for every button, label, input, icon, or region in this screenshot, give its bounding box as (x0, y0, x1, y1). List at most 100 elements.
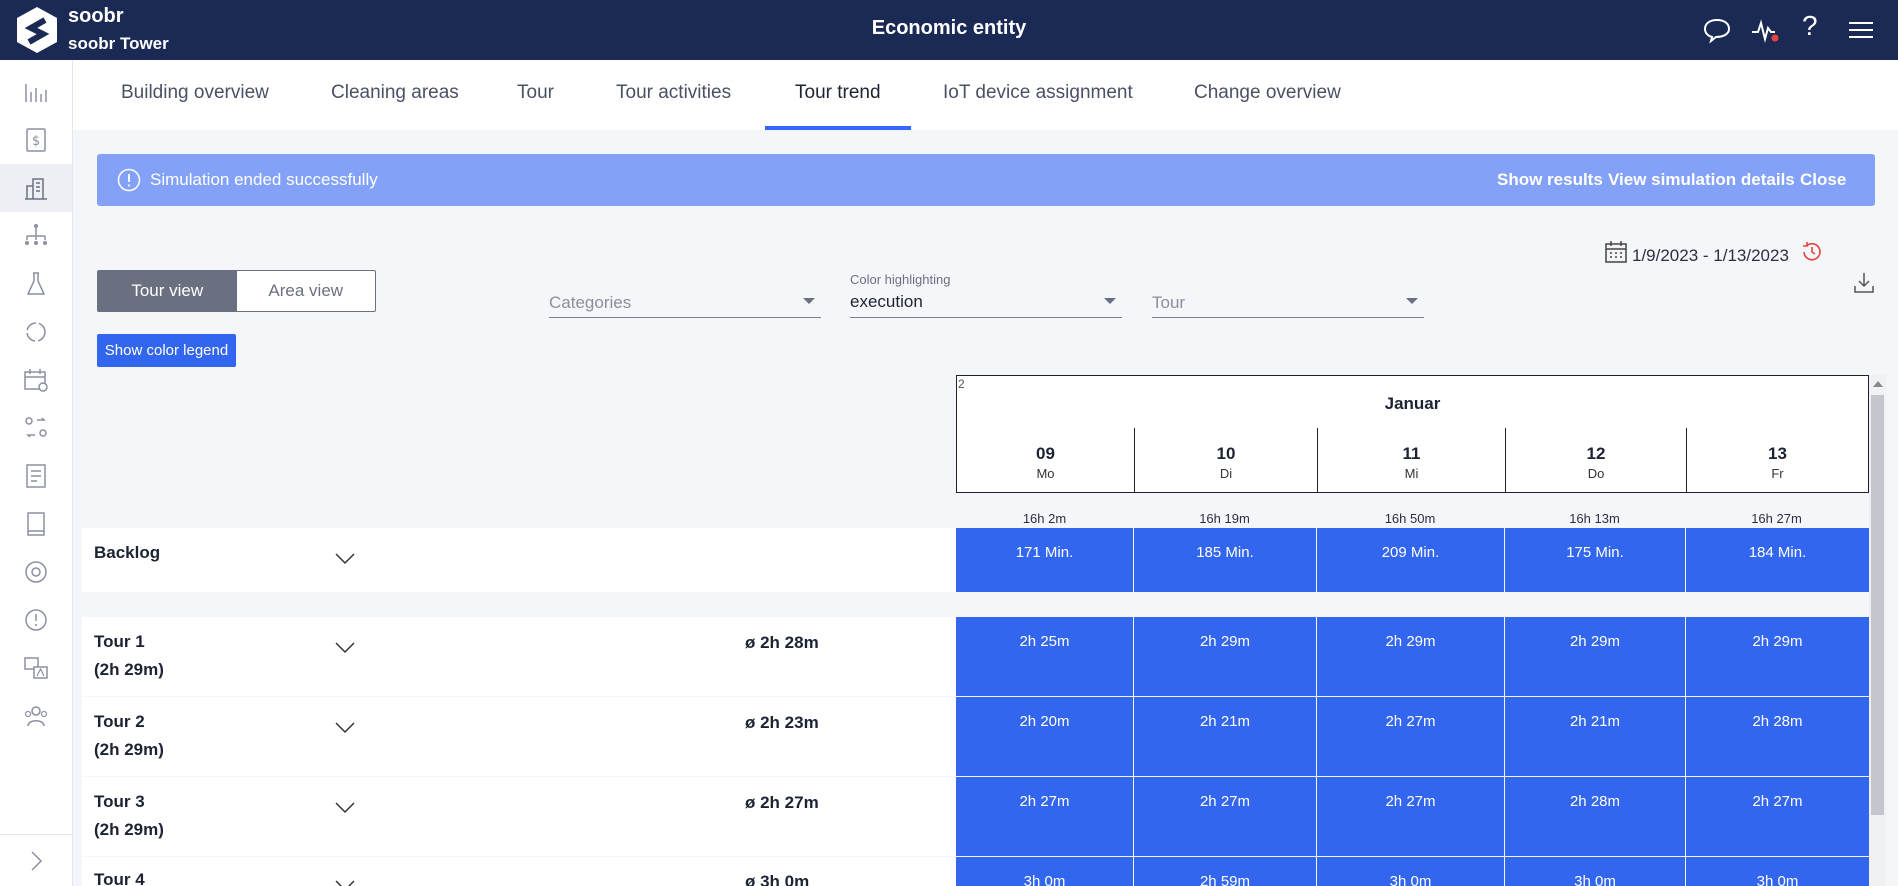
scrollbar-thumb[interactable] (1871, 395, 1884, 815)
org-chart-icon[interactable] (0, 212, 72, 260)
tour-day-cell[interactable]: 2h 29m (1686, 617, 1869, 696)
backlog-cell[interactable]: 171 Min. (956, 528, 1133, 592)
day-name: Mi (1404, 466, 1419, 481)
people-swap-icon[interactable] (0, 404, 72, 452)
pulse-icon[interactable] (1749, 14, 1781, 46)
day-total: 16h 50m (1384, 511, 1436, 526)
download-icon[interactable] (1851, 270, 1877, 296)
tour-view-button[interactable]: Tour view (98, 271, 237, 311)
day-number: 13 (1768, 444, 1787, 463)
building-name: soobr Tower (68, 34, 169, 53)
backlog-cell[interactable]: 185 Min. (1134, 528, 1316, 592)
month-label: Januar (1384, 394, 1441, 413)
tab-building-overview[interactable]: Building overview (91, 60, 299, 130)
tab-bar: Building overview Cleaning areas Tour To… (73, 60, 1898, 130)
bar-chart-icon[interactable] (0, 68, 72, 116)
show-color-legend-button[interactable]: Show color legend (97, 334, 236, 367)
color-highlighting-dropdown[interactable]: Color highlighting execution (850, 272, 1122, 318)
chevron-down-icon[interactable] (334, 879, 356, 886)
flask-icon[interactable] (0, 260, 72, 308)
tour-day-cell[interactable]: 2h 27m (1134, 777, 1316, 856)
day-header: 13 Fr (1686, 428, 1868, 493)
view-simulation-details-link[interactable]: View simulation details (1608, 170, 1795, 190)
day-name: Di (1219, 466, 1233, 481)
book-icon[interactable] (0, 500, 72, 548)
tab-tour-activities[interactable]: Tour activities (586, 60, 761, 130)
tour-day-cell[interactable]: 2h 27m (1686, 777, 1869, 856)
tab-tour[interactable]: Tour (487, 60, 584, 130)
tour-planned-duration: (2h 29m) (94, 740, 164, 759)
team-icon[interactable] (0, 692, 72, 740)
tour-placeholder: Tour (1152, 293, 1186, 312)
hamburger-menu-icon[interactable] (1845, 14, 1877, 46)
day-total: 16h 13m (1569, 511, 1620, 526)
tab-tour-trend[interactable]: Tour trend (765, 60, 911, 130)
page-title: Economic entity (871, 17, 1027, 39)
day-total: 16h 27m (1751, 511, 1802, 526)
tour-day-cell[interactable]: 3h 0m (1317, 857, 1504, 886)
tour-day-cell[interactable]: 3h 0m (956, 857, 1133, 886)
translate-icon[interactable] (0, 644, 72, 692)
calendar-clock-icon[interactable] (0, 356, 72, 404)
tour-name: Tour 4 (94, 870, 145, 886)
tour-day-cell[interactable]: 2h 29m (1134, 617, 1316, 696)
tour-day-cell[interactable]: 2h 29m (1505, 617, 1685, 696)
history-icon[interactable] (1799, 239, 1825, 265)
day-number: 12 (1586, 444, 1606, 463)
simulation-banner: Simulation ended successfully Show resul… (97, 154, 1875, 206)
tour-row (82, 617, 956, 696)
soobr-logo[interactable] (14, 5, 60, 55)
left-sidebar: $ (0, 60, 73, 886)
day-name: Mo (1036, 466, 1055, 481)
area-view-button[interactable]: Area view (237, 271, 376, 311)
week-number: 2 (958, 377, 965, 391)
categories-dropdown[interactable]: Categories (549, 272, 821, 318)
question-icon[interactable]: ? (1802, 10, 1818, 42)
tour-day-cell[interactable]: 2h 27m (1317, 697, 1504, 776)
tour-day-cell[interactable]: 2h 28m (1505, 777, 1685, 856)
tour-day-cell[interactable]: 2h 25m (956, 617, 1133, 696)
brand-name: soobr (68, 5, 124, 27)
tour-day-cell[interactable]: 2h 28m (1686, 697, 1869, 776)
tour-day-cell[interactable]: 2h 20m (956, 697, 1133, 776)
tour-day-cell[interactable]: 3h 0m (1686, 857, 1869, 886)
tour-day-cell[interactable]: 2h 21m (1134, 697, 1316, 776)
buildings-icon[interactable] (0, 164, 72, 212)
sidebar-expand-button[interactable] (0, 834, 72, 886)
alert-icon[interactable] (0, 596, 72, 644)
color-highlighting-label: Color highlighting (850, 272, 951, 287)
backlog-cell[interactable]: 175 Min. (1505, 528, 1685, 592)
tour-average: ø 2h 27m (745, 793, 819, 812)
tab-change-overview[interactable]: Change overview (1164, 60, 1371, 130)
tour-day-cell[interactable]: 2h 29m (1317, 617, 1504, 696)
document-list-icon[interactable] (0, 452, 72, 500)
cycle-icon[interactable] (0, 308, 72, 356)
tour-day-cell[interactable]: 2h 59m (1134, 857, 1316, 886)
tour-day-cell[interactable]: 3h 0m (1505, 857, 1685, 886)
tour-dropdown[interactable]: Tour (1152, 272, 1424, 318)
view-toggle: Tour view Area view (97, 270, 376, 312)
chevron-down-icon[interactable] (334, 721, 356, 735)
tour-day-cell[interactable]: 2h 27m (1317, 777, 1504, 856)
tour-name: Tour 1 (94, 632, 145, 651)
tour-day-cell[interactable]: 2h 27m (956, 777, 1133, 856)
show-results-link[interactable]: Show results (1497, 170, 1603, 190)
backlog-cell[interactable]: 184 Min. (1686, 528, 1869, 592)
tour-average: ø 2h 28m (745, 633, 819, 652)
dollar-icon[interactable]: $ (0, 116, 72, 164)
close-banner-link[interactable]: Close (1800, 170, 1846, 190)
tour-average: ø 2h 23m (745, 713, 819, 732)
tour-day-cell[interactable]: 2h 21m (1505, 697, 1685, 776)
info-icon (117, 168, 141, 192)
day-total: 16h 2m (1022, 511, 1067, 526)
target-icon[interactable] (0, 548, 72, 596)
backlog-cell[interactable]: 209 Min. (1317, 528, 1504, 592)
chevron-down-icon[interactable] (334, 801, 356, 815)
tab-cleaning-areas[interactable]: Cleaning areas (301, 60, 489, 130)
chevron-down-icon[interactable] (334, 641, 356, 655)
scroll-up-arrow-icon[interactable] (1873, 381, 1883, 387)
tab-iot-device-assignment[interactable]: IoT device assignment (913, 60, 1163, 130)
chat-bubble-icon[interactable] (1701, 14, 1733, 46)
chevron-down-icon[interactable] (334, 552, 356, 566)
tour-name: Tour 2 (94, 712, 145, 731)
